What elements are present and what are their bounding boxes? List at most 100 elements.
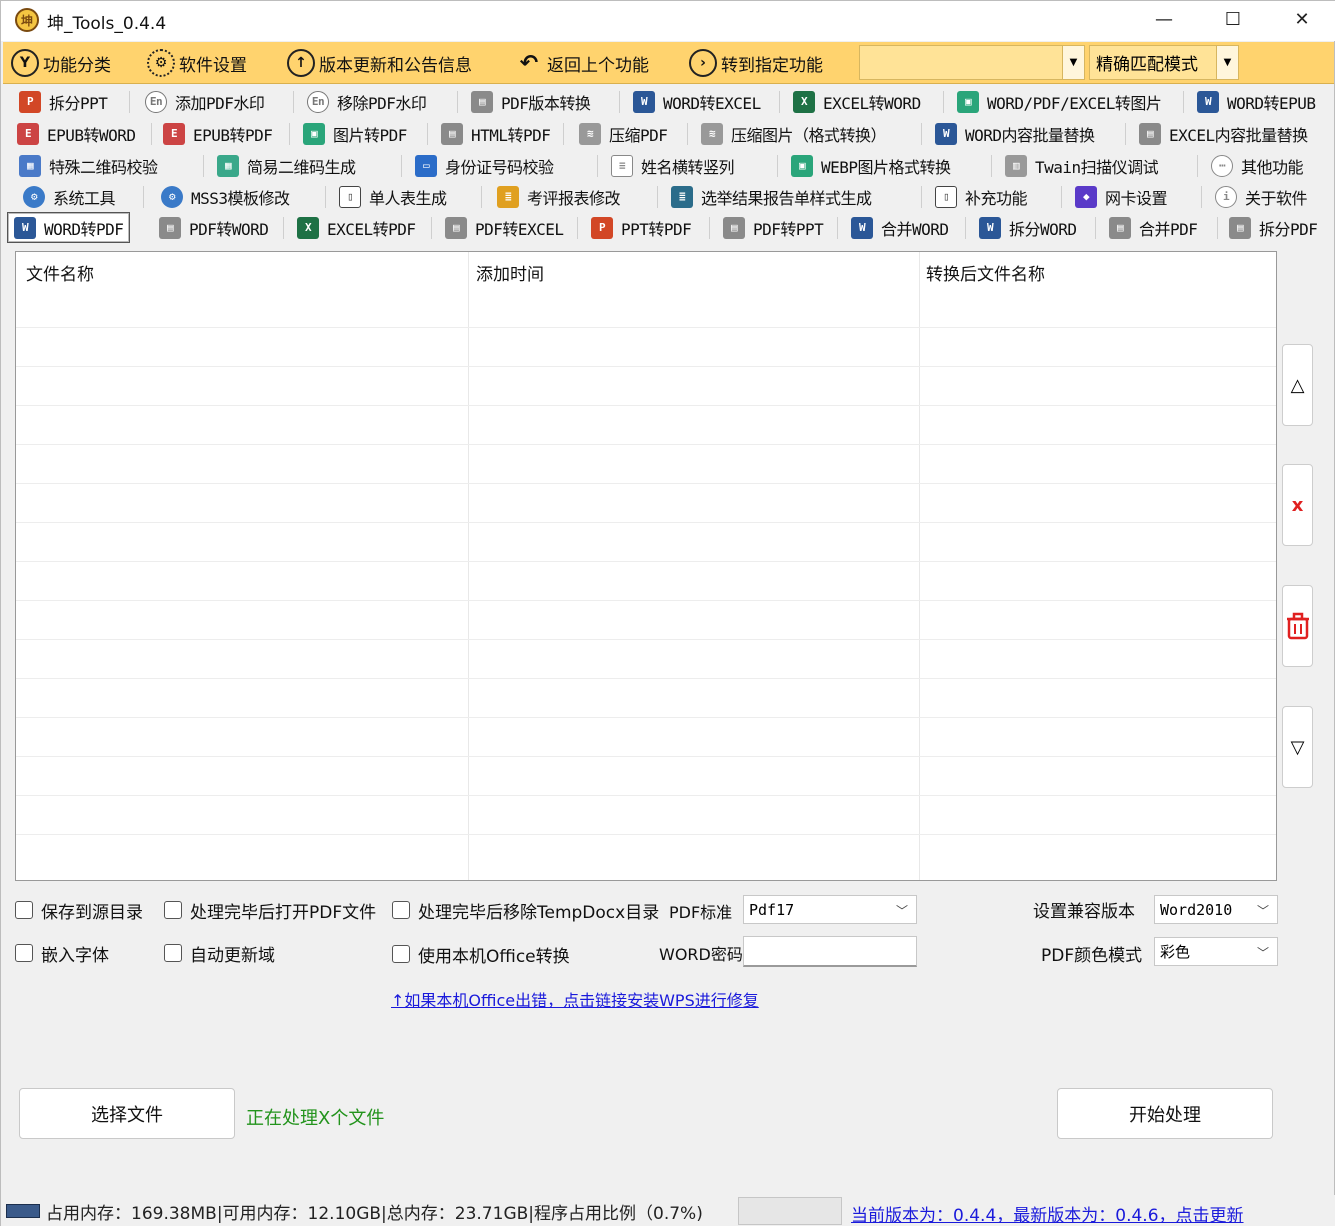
pdf-color-mode-select[interactable]: 彩色 ﹀: [1154, 937, 1278, 966]
tab-evaluation-report-edit[interactable]: ≣ 考评报表修改: [497, 181, 621, 212]
function-search-combo[interactable]: ▼: [859, 45, 1085, 80]
tab-other-functions[interactable]: ⋯ 其他功能: [1211, 150, 1304, 181]
tab-simple-qr-generate[interactable]: ▦ 简易二维码生成: [217, 150, 356, 181]
checkbox-box[interactable]: [15, 944, 33, 962]
tab-id-number-check[interactable]: ▭ 身份证号码校验: [415, 150, 554, 181]
tab-supplement-functions[interactable]: ▯ 补充功能: [935, 181, 1028, 212]
save-to-source-checkbox[interactable]: 保存到源目录: [15, 898, 143, 923]
tab-word-batch-replace[interactable]: W WORD内容批量替换: [935, 118, 1095, 149]
tab-pdf-to-ppt[interactable]: ▤ PDF转PPT: [723, 212, 824, 243]
tab-excel-to-word[interactable]: X EXCEL转WORD: [793, 86, 921, 117]
tab-name-horizontal-to-vertical[interactable]: ≡ 姓名横转竖列: [611, 150, 735, 181]
info-icon: i: [1215, 185, 1237, 208]
match-mode-combo[interactable]: 精确匹配模式 ▼: [1089, 45, 1239, 80]
checkbox-box[interactable]: [164, 944, 182, 962]
tab-webp-convert[interactable]: ▣ WEBP图片格式转换: [791, 150, 951, 181]
word-password-input[interactable]: [743, 936, 917, 967]
column-header-added-time[interactable]: 添加时间: [476, 260, 544, 285]
triangle-down-icon: ▽: [1290, 736, 1305, 758]
embed-fonts-checkbox[interactable]: 嵌入字体: [15, 941, 109, 966]
tab-word-to-epub[interactable]: W WORD转EPUB: [1197, 86, 1316, 117]
tab-election-report-style[interactable]: ≣ 选举结果报告单样式生成: [671, 181, 872, 212]
tab-special-qr-check[interactable]: ▦ 特殊二维码校验: [19, 150, 158, 181]
toolbar-software-settings[interactable]: ⚙ 软件设置: [147, 46, 247, 80]
tab-pdf-to-excel[interactable]: ▤ PDF转EXCEL: [445, 212, 564, 243]
open-pdf-after-checkbox[interactable]: 处理完毕后打开PDF文件: [164, 898, 376, 923]
tab-ppt-to-pdf[interactable]: P PPT转PDF: [591, 212, 692, 243]
tab-system-tools[interactable]: ⚙ 系统工具: [23, 181, 116, 212]
tab-epub-to-pdf[interactable]: E EPUB转PDF: [163, 118, 273, 149]
word-icon: W: [633, 90, 655, 113]
maximize-button[interactable]: ☐: [1198, 1, 1268, 37]
install-wps-link[interactable]: ↑如果本机Office出错，点击链接安装WPS进行修复: [391, 987, 759, 1011]
tab-single-form-generate[interactable]: ▯ 单人表生成: [339, 181, 447, 212]
tab-word-to-excel[interactable]: W WORD转EXCEL: [633, 86, 761, 117]
toolbar-back[interactable]: ↶ 返回上个功能: [515, 46, 649, 80]
tab-excel-to-pdf[interactable]: X EXCEL转PDF: [297, 212, 416, 243]
undo-icon: ↶: [519, 50, 539, 76]
tab-pdf-version-convert[interactable]: ▤ PDF版本转换: [471, 86, 591, 117]
auto-update-fields-checkbox[interactable]: 自动更新域: [164, 941, 275, 966]
toolbar-version-update[interactable]: ↑ 版本更新和公告信息: [287, 46, 472, 80]
minimize-button[interactable]: —: [1129, 1, 1199, 37]
move-up-button[interactable]: △: [1282, 344, 1313, 426]
move-down-button[interactable]: ▽: [1282, 706, 1313, 788]
tab-remove-pdf-watermark[interactable]: En 移除PDF水印: [307, 86, 427, 117]
select-files-button[interactable]: 选择文件: [19, 1088, 235, 1139]
tab-about-software[interactable]: i 关于软件: [1215, 181, 1308, 212]
tab-image-to-pdf[interactable]: ▣ 图片转PDF: [303, 118, 407, 149]
tab-add-pdf-watermark[interactable]: En 添加PDF水印: [145, 86, 265, 117]
checkbox-box[interactable]: [15, 901, 33, 919]
tab-mss3-template[interactable]: ⚙ MSS3模板修改: [161, 181, 290, 212]
document-icon: ▯: [339, 185, 361, 208]
tab-merge-word[interactable]: W 合并WORD: [851, 212, 949, 243]
toolbar-goto-function[interactable]: › 转到指定功能: [689, 46, 823, 80]
pdf-icon: ▤: [1229, 216, 1251, 239]
update-version-link[interactable]: 当前版本为：0.4.4，最新版本为：0.4.6，点击更新: [851, 1201, 1244, 1226]
remove-temp-checkbox[interactable]: 处理完毕后移除TempDocx目录: [392, 898, 659, 923]
tab-network-card-settings[interactable]: ◆ 网卡设置: [1075, 181, 1168, 212]
pdf-icon: ▤: [445, 216, 467, 239]
tab-pdf-to-word[interactable]: ▤ PDF转WORD: [159, 212, 269, 243]
remove-item-button[interactable]: x: [1282, 464, 1313, 546]
file-list-table[interactable]: 文件名称 添加时间 转换后文件名称: [15, 251, 1277, 881]
trash-icon: [1286, 612, 1309, 640]
tab-epub-to-word[interactable]: E EPUB转WORD: [17, 118, 136, 149]
tab-split-ppt[interactable]: P 拆分PPT: [19, 86, 108, 117]
chevron-down-icon[interactable]: ▼: [1216, 46, 1238, 79]
name-card-icon: ≡: [611, 154, 633, 177]
use-local-office-checkbox[interactable]: 使用本机Office转换: [392, 942, 570, 967]
tab-excel-batch-replace[interactable]: ▤ EXCEL内容批量替换: [1139, 118, 1308, 149]
checkbox-box[interactable]: [164, 901, 182, 919]
tab-compress-pdf[interactable]: ≋ 压缩PDF: [579, 118, 668, 149]
image-icon: ▣: [303, 122, 325, 145]
tab-split-word[interactable]: W 拆分WORD: [979, 212, 1077, 243]
pdf-standard-select[interactable]: Pdf17 ﹀: [743, 895, 917, 924]
tab-compress-image[interactable]: ≋ 压缩图片（格式转换）: [701, 118, 887, 149]
tab-row-5: W WORD转PDF ▤ PDF转WORD X EXCEL转PDF ▤ PDF转EXCE…: [7, 212, 1330, 244]
watermark-icon: En: [307, 90, 329, 113]
tab-twain-scanner-debug[interactable]: ▥ Twain扫描仪调试: [1005, 150, 1159, 181]
toolbar-label: 功能分类: [43, 55, 111, 76]
tab-split-pdf[interactable]: ▤ 拆分PDF: [1229, 212, 1318, 243]
column-header-file-name[interactable]: 文件名称: [26, 260, 94, 285]
checkbox-box[interactable]: [392, 945, 410, 963]
checkbox-box[interactable]: [392, 901, 410, 919]
word-icon: W: [979, 216, 1001, 239]
tab-html-to-pdf[interactable]: ▤ HTML转PDF: [441, 118, 551, 149]
scanner-icon: ▥: [1005, 154, 1027, 177]
triangle-up-icon: △: [1290, 374, 1305, 396]
compat-version-select[interactable]: Word2010 ﹀: [1154, 895, 1278, 924]
tab-word-to-pdf[interactable]: W WORD转PDF: [7, 212, 131, 243]
start-processing-button[interactable]: 开始处理: [1057, 1088, 1273, 1139]
pdf-icon: ▤: [471, 90, 493, 113]
clear-list-button[interactable]: [1282, 585, 1313, 667]
close-window-button[interactable]: ✕: [1267, 1, 1335, 37]
chevron-down-icon[interactable]: ▼: [1062, 46, 1084, 79]
toolbar-function-category[interactable]: Y 功能分类: [11, 46, 111, 80]
tab-doc-to-image[interactable]: ▣ WORD/PDF/EXCEL转图片: [957, 86, 1162, 117]
column-header-converted-name[interactable]: 转换后文件名称: [926, 260, 1045, 285]
ppt-icon: P: [591, 216, 613, 239]
main-toolbar: Y 功能分类 ⚙ 软件设置 ↑ 版本更新和公告信息 ↶ 返回上个功能 › 转到指…: [3, 42, 1334, 84]
tab-merge-pdf[interactable]: ▤ 合并PDF: [1109, 212, 1198, 243]
